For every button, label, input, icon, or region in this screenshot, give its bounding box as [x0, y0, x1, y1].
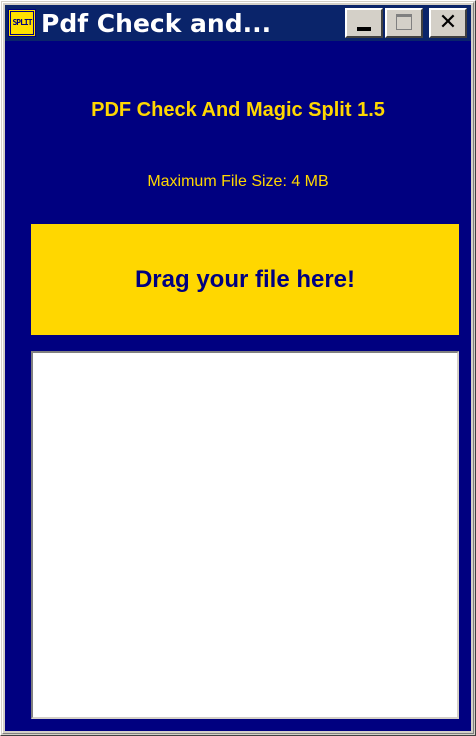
max-file-size-label: Maximum File Size: 4 MB: [147, 173, 329, 190]
window-controls: ✕: [345, 8, 467, 38]
file-drop-zone[interactable]: Drag your file here!: [31, 224, 459, 335]
output-text-area[interactable]: [31, 351, 459, 719]
main-content: PDF Check And Magic Split 1.5 Maximum Fi…: [5, 41, 471, 731]
app-heading: PDF Check And Magic Split 1.5: [91, 99, 385, 121]
app-icon-label: SPLIT: [10, 11, 34, 35]
split-app-icon[interactable]: SPLIT: [8, 9, 36, 37]
minimize-icon: [357, 27, 371, 31]
maximize-icon: [396, 14, 412, 30]
app-window: SPLIT Pdf Check and... ✕ PDF Check And M…: [0, 0, 476, 736]
title-bar[interactable]: SPLIT Pdf Check and... ✕: [5, 5, 471, 41]
window-title: Pdf Check and...: [41, 8, 272, 38]
close-icon: ✕: [438, 10, 458, 35]
minimize-button[interactable]: [345, 8, 383, 38]
maximize-button[interactable]: [385, 8, 423, 38]
drop-zone-label: Drag your file here!: [134, 265, 356, 293]
close-button[interactable]: ✕: [429, 8, 467, 38]
